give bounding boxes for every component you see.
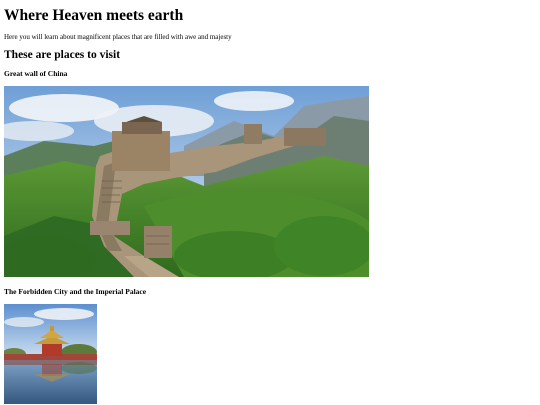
great-wall-photo — [4, 86, 369, 277]
intro-text: Here you will learn about magnificent pl… — [4, 33, 232, 41]
section-heading: These are places to visit — [4, 49, 121, 61]
place-heading-forbidden-city: The Forbidden City and the Imperial Pala… — [4, 287, 147, 296]
forbidden-city-photo — [4, 304, 97, 404]
page-title: Where Heaven meets earth — [4, 7, 184, 24]
place-heading-great-wall: Great wall of China — [4, 69, 68, 78]
